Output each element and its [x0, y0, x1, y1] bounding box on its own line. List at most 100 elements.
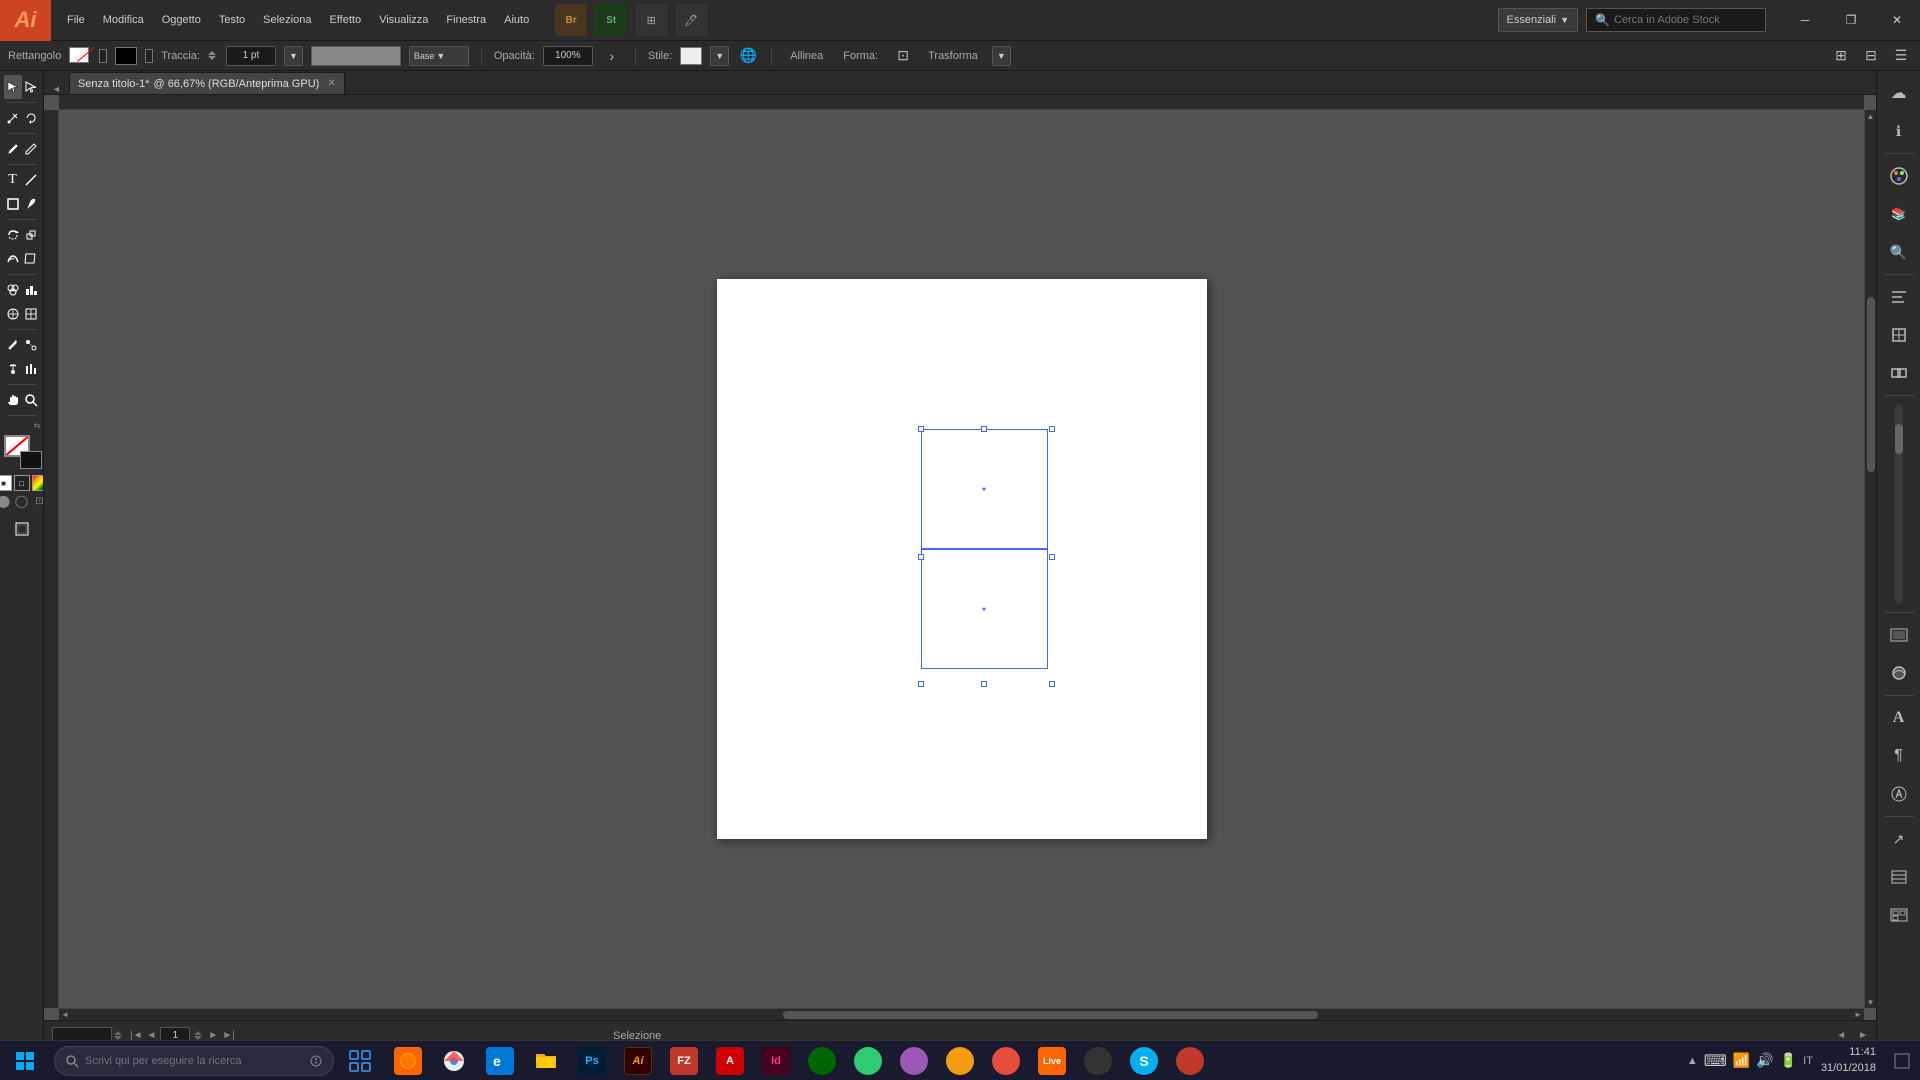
- pencil-tool[interactable]: [22, 137, 40, 161]
- canvas-container[interactable]: [59, 110, 1864, 1008]
- scroll-left-arrow[interactable]: ◄: [52, 84, 61, 94]
- taskbar-chrome[interactable]: [432, 1041, 476, 1080]
- paintbrush-tool[interactable]: [22, 192, 40, 216]
- handle-br[interactable]: [1049, 681, 1055, 687]
- info-icon-btn[interactable]: ℹ: [1881, 113, 1917, 149]
- chart-tool[interactable]: [22, 278, 40, 302]
- menu-oggetto[interactable]: Oggetto: [154, 10, 209, 30]
- stock-search-input[interactable]: [1614, 14, 1754, 26]
- tb-up-arrow[interactable]: ▲: [1687, 1055, 1698, 1067]
- horizontal-scrollbar[interactable]: ◄ ►: [59, 1008, 1864, 1020]
- forma-options-icon[interactable]: ⊡: [892, 45, 914, 67]
- vertical-scrollbar[interactable]: ▲ ▼: [1864, 110, 1876, 1008]
- bridge-button[interactable]: Br: [555, 4, 587, 36]
- puppet-warp-tool[interactable]: [4, 302, 22, 326]
- find-icon-btn[interactable]: 🔍: [1881, 234, 1917, 270]
- panels-button[interactable]: ⊞: [635, 4, 667, 36]
- appearance-icon[interactable]: [1881, 655, 1917, 691]
- handle-bc[interactable]: [981, 681, 987, 687]
- type-A-icon[interactable]: A: [1881, 700, 1917, 736]
- notification-area[interactable]: [1884, 1041, 1920, 1080]
- rotate-tool[interactable]: [4, 223, 22, 247]
- rectangle-tool[interactable]: [4, 192, 22, 216]
- forma-btn[interactable]: Forma:: [837, 48, 884, 64]
- taskbar-illustrator[interactable]: Ai: [616, 1041, 660, 1080]
- stock-button[interactable]: St: [595, 4, 627, 36]
- color-mode-mask[interactable]: ◯: [14, 493, 30, 509]
- align-icon-btn[interactable]: [1881, 279, 1917, 315]
- selection-tool[interactable]: [4, 75, 22, 99]
- stroke-icon[interactable]: □: [14, 475, 30, 491]
- taskbar-explorer[interactable]: [524, 1041, 568, 1080]
- arrange-panels-icon[interactable]: ⊞: [1830, 45, 1852, 67]
- pen-tool[interactable]: [4, 137, 22, 161]
- taskbar-app14[interactable]: [984, 1041, 1028, 1080]
- vscroll-track[interactable]: [1865, 122, 1876, 996]
- menu-seleziona[interactable]: Seleziona: [255, 10, 319, 30]
- stroke-color-preview[interactable]: [311, 46, 401, 66]
- taskbar-acrobat[interactable]: A: [708, 1041, 752, 1080]
- taskbar-firefox[interactable]: [386, 1041, 430, 1080]
- scale-tool[interactable]: [22, 223, 40, 247]
- column-graph-tool[interactable]: [22, 357, 40, 381]
- rectangle-bottom[interactable]: [921, 549, 1048, 669]
- stroke-swatch[interactable]: [115, 47, 137, 65]
- taskbar-edge[interactable]: e: [478, 1041, 522, 1080]
- direct-selection-tool[interactable]: [22, 75, 40, 99]
- tb-battery-icon[interactable]: 🔋: [1780, 1052, 1797, 1069]
- stroke-style-dropdown[interactable]: Base ▼: [409, 46, 469, 66]
- taskbar-app16[interactable]: [1076, 1041, 1120, 1080]
- selected-shape-group[interactable]: [917, 429, 1052, 684]
- taskbar-live[interactable]: Live: [1030, 1041, 1074, 1080]
- libraries-icon-btn[interactable]: 📚: [1881, 196, 1917, 232]
- free-transform-tool[interactable]: [22, 247, 40, 271]
- zoom-spinners[interactable]: [114, 1031, 122, 1040]
- taskbar-photoshop[interactable]: Ps: [570, 1041, 614, 1080]
- handle-ml[interactable]: [918, 554, 924, 560]
- handle-mr[interactable]: [1049, 554, 1055, 560]
- blend-tool[interactable]: [22, 333, 40, 357]
- right-panel-scrollbar[interactable]: [1895, 404, 1903, 604]
- close-button[interactable]: ✕: [1874, 0, 1920, 41]
- background-swatch[interactable]: [20, 451, 42, 469]
- stile-dropdown[interactable]: ▼: [710, 46, 729, 66]
- globe-icon[interactable]: 🌐: [737, 45, 759, 67]
- line-tool[interactable]: [22, 168, 40, 192]
- artboard-tool[interactable]: [4, 517, 40, 541]
- rectangle-top[interactable]: [921, 429, 1048, 549]
- warp-tool[interactable]: [4, 247, 22, 271]
- taskbar-search-input[interactable]: [85, 1055, 303, 1067]
- clock[interactable]: 11:41: [1821, 1045, 1876, 1060]
- taskbar-app13[interactable]: [938, 1041, 982, 1080]
- menu-aiuto[interactable]: Aiuto: [496, 10, 537, 30]
- shape-builder-tool[interactable]: [4, 278, 22, 302]
- magic-wand-tool[interactable]: [4, 106, 22, 130]
- eyedropper-tool[interactable]: [4, 333, 22, 357]
- more-options-icon[interactable]: ☰: [1890, 45, 1912, 67]
- start-button[interactable]: [0, 1041, 50, 1080]
- scroll-right-btn[interactable]: ►: [1852, 1010, 1864, 1020]
- artboard[interactable]: [717, 279, 1207, 839]
- page-spinners[interactable]: [194, 1031, 202, 1040]
- minimize-button[interactable]: ─: [1782, 0, 1828, 41]
- handle-bl[interactable]: [918, 681, 924, 687]
- artboards-icon[interactable]: [1881, 897, 1917, 933]
- properties-panel-icon[interactable]: ⊟: [1860, 45, 1882, 67]
- taskbar-app10[interactable]: [800, 1041, 844, 1080]
- hand-tool[interactable]: [4, 388, 22, 412]
- color-mode-screen[interactable]: ⊡: [32, 493, 45, 509]
- taskbar-app11[interactable]: [846, 1041, 890, 1080]
- stroke-arrow[interactable]: [145, 49, 153, 63]
- taskbar-search[interactable]: [54, 1046, 334, 1076]
- zoom-tool[interactable]: [22, 388, 40, 412]
- allinea-btn[interactable]: Allinea: [784, 48, 829, 64]
- symbol-sprayer-tool[interactable]: [4, 357, 22, 381]
- stroke-spinners[interactable]: [208, 47, 218, 65]
- hand-icon-btn[interactable]: [1881, 317, 1917, 353]
- mesh-tool[interactable]: [22, 302, 40, 326]
- scroll-left-btn[interactable]: ◄: [59, 1010, 71, 1020]
- menu-file[interactable]: File: [59, 10, 93, 30]
- taskbar-filezilla[interactable]: FZ: [662, 1041, 706, 1080]
- hscroll-thumb[interactable]: [783, 1011, 1317, 1019]
- color-mode-draw[interactable]: ⬤: [0, 493, 12, 509]
